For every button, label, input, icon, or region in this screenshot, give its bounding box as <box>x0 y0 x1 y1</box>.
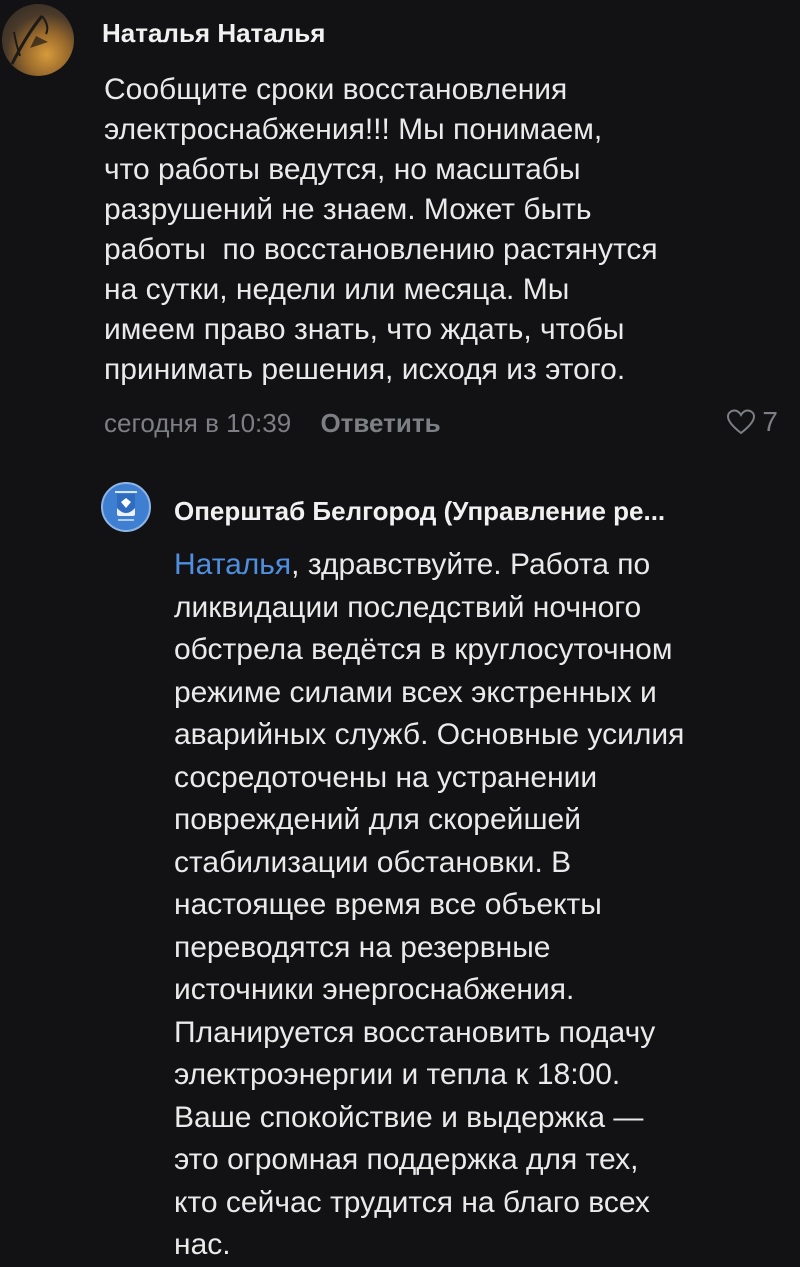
reply-text-line: сосредоточены на устранении <box>174 760 598 794</box>
reply-text-line: настоящее время все объекты <box>174 888 602 921</box>
mention-link[interactable]: Наталья <box>174 548 291 581</box>
reply-text-line: обстрела ведётся в круглосуточном <box>174 633 673 666</box>
comment-text: Сообщите сроки восстановления электросна… <box>104 70 658 390</box>
coat-of-arms-logo <box>115 491 137 521</box>
reply-text-line: кто сейчас трудится на благо всех <box>174 1185 650 1219</box>
comment-text-line: что работы ведутся, но масштабы <box>104 153 581 186</box>
reply-text-line: источники энергоснабжения. <box>174 973 575 1006</box>
comment-author[interactable]: Оперштаб Белгород (Управление ре... <box>174 496 774 527</box>
avatar[interactable] <box>101 482 151 532</box>
avatar[interactable] <box>2 4 74 76</box>
comment-text-line: принимать решения, исходя из этого. <box>104 353 626 386</box>
reply-button[interactable]: Ответить <box>320 408 440 438</box>
reply-text-line: стабилизации обстановки. В <box>174 845 572 879</box>
reply-text: Наталья, здравствуйте. Работа по ликвида… <box>174 544 684 1267</box>
comment-text-line: разрушений не знаем. Может быть <box>104 193 592 226</box>
comment-text-line: на сутки, недели или месяца. Мы <box>104 273 570 306</box>
comment-text-line: имеем право знать, что ждать, чтобы <box>104 313 625 346</box>
reply-text-line: аварийных служб. Основные усилия <box>174 718 685 751</box>
comment-author[interactable]: Наталья Наталья <box>102 18 325 49</box>
reply-text-line: повреждений для скорейшей <box>174 803 581 836</box>
comment-meta: сегодня в 10:39 Ответить <box>104 408 441 439</box>
reply-text-line: Наталья, здравствуйте. Работа по <box>174 544 684 587</box>
reply-text-line: режиме силами всех экстренных и <box>174 675 657 709</box>
like-count: 7 <box>762 406 778 437</box>
reply-text-line: ликвидации последствий ночного <box>174 590 642 624</box>
profile-photo-icon <box>10 15 49 65</box>
reply-text-line: нас. <box>174 1228 231 1261</box>
reply-text-line: переводятся на резервные <box>174 930 551 964</box>
reply-text-fragment: , здравствуйте. Работа по <box>291 548 651 581</box>
reply-text-line: Планируется восстановить подачу <box>174 1015 656 1049</box>
comment-timestamp: сегодня в 10:39 <box>104 408 292 438</box>
heart-outline-icon <box>727 409 756 435</box>
reply-text-line: электроэнергии и тепла к 18:00. <box>174 1058 621 1091</box>
like-button[interactable]: 7 <box>726 406 778 438</box>
reply-text-line: Ваше спокойствие и выдержка — <box>174 1100 644 1134</box>
reply-text-line: это огромная поддержка для тех, <box>174 1143 639 1176</box>
comment-text-line: электроснабжения!!! Мы понимаем, <box>104 113 603 146</box>
comment-text-line: Сообщите сроки восстановления <box>104 73 568 106</box>
comment-text-line: работы по восстановлению растянутся <box>104 233 658 266</box>
